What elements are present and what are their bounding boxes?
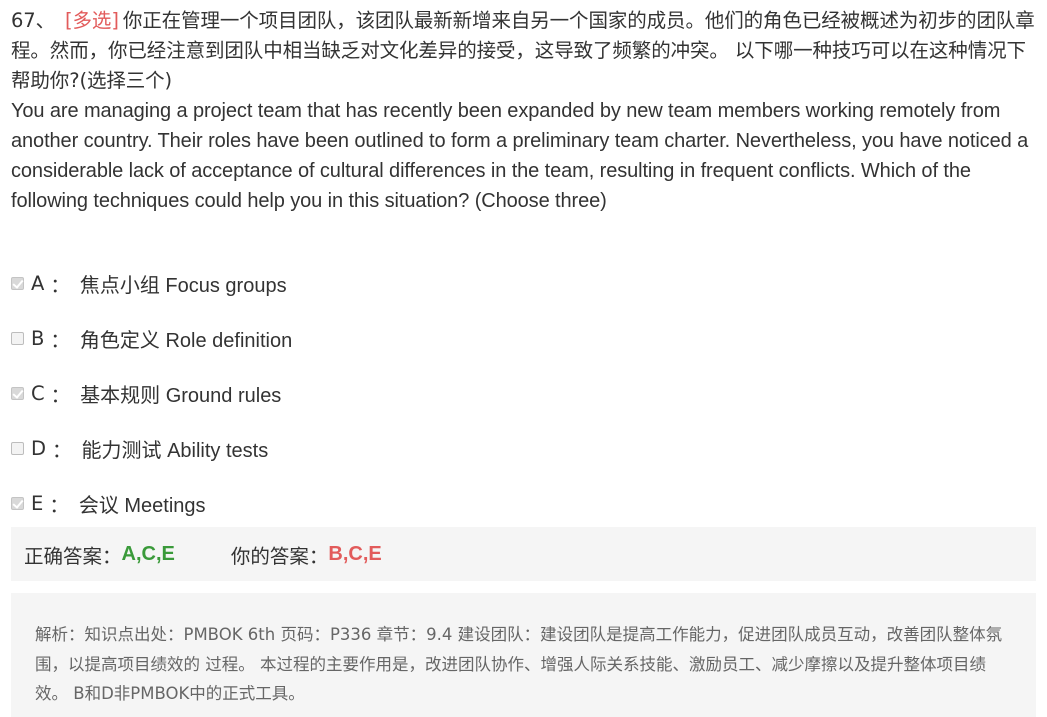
option-b-separator: ： [50,329,70,352]
option-d-separator: ： [52,439,72,462]
option-d[interactable]: D ： 能力测试 Ability tests [11,421,1036,476]
option-e-letter: E [31,492,44,515]
question-block: 67、 [多选] 你正在管理一个项目团队，该团队最新新增来自另一个国家的成员。他们的… [11,6,1036,216]
option-d-text: 能力测试 Ability tests [81,440,269,462]
question-text-en: You are managing a project team that has… [11,100,1029,212]
option-b-letter: B [31,327,45,350]
option-b-text: 角色定义 Role definition [79,330,293,352]
analysis-box: 解析：知识点出处：PMBOK 6th 页码：P336 章节：9.4 建设团队：建… [11,593,1036,717]
option-c-checkbox[interactable] [11,387,24,400]
question-type-tag: [多选] [65,9,119,32]
option-c[interactable]: C ： 基本规则 Ground rules [11,366,1036,421]
correct-answer-value: A,C,E [121,542,175,565]
option-b[interactable]: B ： 角色定义 Role definition [11,311,1036,366]
option-e-text: 会议 Meetings [78,495,206,517]
option-a-checkbox[interactable] [11,277,24,290]
correct-answer-label: 正确答案： [24,544,122,568]
answer-box: 正确答案： A,C,E 你的答案： B,C,E [11,527,1036,581]
option-e[interactable]: E ： 会议 Meetings [11,476,1036,531]
option-c-text: 基本规则 Ground rules [80,385,282,407]
question-text-cn: 你正在管理一个项目团队，该团队最新新增来自另一个国家的成员。他们的角色已经被概述… [11,9,1035,92]
option-e-checkbox[interactable] [11,497,24,510]
option-c-separator: ： [50,384,71,407]
option-a-letter: A [31,272,45,295]
analysis-text: 解析：知识点出处：PMBOK 6th 页码：P336 章节：9.4 建设团队：建… [35,625,1003,703]
your-answer-value: B,C,E [328,542,382,565]
option-e-separator: ： [49,494,69,517]
option-a[interactable]: A ： 焦点小组 Focus groups [11,256,1036,311]
question-number: 67、 [11,9,56,32]
option-b-checkbox[interactable] [11,332,24,345]
option-c-letter: C [31,382,45,405]
option-a-text: 焦点小组 Focus groups [79,275,287,297]
your-answer-label: 你的答案： [230,544,329,568]
option-a-separator: ： [50,274,70,297]
options-list: A ： 焦点小组 Focus groups B ： 角色定义 Role defi… [11,256,1036,531]
option-d-letter: D [31,437,47,460]
option-d-checkbox[interactable] [11,442,24,455]
question-page: 67、 [多选] 你正在管理一个项目团队，该团队最新新增来自另一个国家的成员。他们的… [0,0,1047,717]
